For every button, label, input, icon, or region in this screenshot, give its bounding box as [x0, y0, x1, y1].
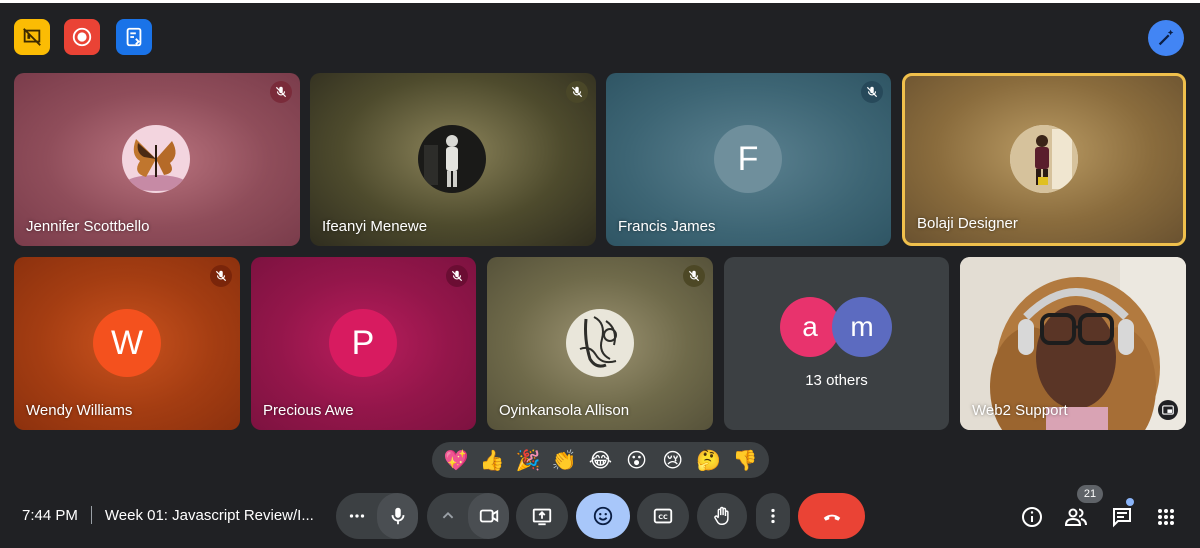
present-screen-button[interactable] — [516, 493, 568, 539]
avatar-letter: m — [850, 311, 874, 342]
avatar — [122, 125, 190, 193]
participant-tile[interactable]: W Wendy Williams — [14, 257, 240, 430]
info-icon — [1022, 507, 1042, 527]
current-time: 7:44 PM — [22, 506, 78, 524]
participant-tile[interactable]: Jennifer Scottbello — [14, 73, 300, 246]
raise-hand-button[interactable] — [697, 493, 747, 539]
participant-tile[interactable]: F Francis James — [606, 73, 891, 246]
participant-tile[interactable]: Oyinkansola Allison — [487, 257, 713, 430]
video-settings-button[interactable] — [427, 493, 468, 539]
avatar — [1010, 125, 1078, 193]
avatar: F — [714, 125, 782, 193]
camera-button[interactable] — [468, 493, 509, 539]
meeting-title[interactable]: Week 01: Javascript Review/I... — [105, 507, 314, 524]
avatar — [566, 309, 634, 377]
reaction-sad[interactable]: 😢 — [658, 448, 688, 472]
activities-button[interactable] — [1150, 501, 1182, 533]
reaction-thumbs-down[interactable]: 👎 — [730, 448, 760, 472]
meeting-details-button[interactable] — [1016, 501, 1048, 533]
participant-name: Web2 Support — [972, 402, 1068, 419]
reaction-clapping[interactable]: 👏 — [549, 448, 579, 472]
divider — [90, 506, 92, 524]
reaction-thinking[interactable]: 🤔 — [694, 448, 724, 472]
avatar-letter: F — [737, 139, 759, 178]
participant-name: Francis James — [618, 218, 716, 235]
meet-window: Jennifer Scottbello Ifeanyi Menewe F Fra… — [0, 0, 1200, 548]
reactions-bar: 💖 👍 🎉 👏 😂 😮 😢 🤔 👎 — [432, 442, 769, 478]
avatar-letter: W — [110, 323, 144, 362]
visual-effects-button[interactable] — [1148, 20, 1184, 56]
notes-icon — [126, 27, 142, 47]
participant-name: Ifeanyi Menewe — [322, 218, 428, 235]
reaction-surprised[interactable]: 😮 — [622, 448, 652, 472]
more-options-button[interactable] — [756, 493, 790, 539]
avatar: P — [329, 309, 397, 377]
participant-tile-active-speaker[interactable]: Bolaji Designer — [902, 73, 1186, 246]
participant-name: Precious Awe — [263, 402, 354, 419]
chat-notification-dot — [1126, 498, 1134, 506]
picture-in-picture-icon[interactable] — [1158, 400, 1178, 420]
present-screen-icon — [532, 508, 552, 526]
reaction-sparkling-heart[interactable]: 💖 — [441, 448, 471, 472]
activity-button[interactable] — [14, 19, 50, 55]
participant-tile[interactable]: P Precious Awe — [251, 257, 476, 430]
apps-grid-icon — [1158, 509, 1174, 525]
others-count-label: 13 others — [805, 372, 868, 389]
svg-text:CC: CC — [658, 513, 668, 521]
record-icon — [72, 27, 92, 47]
avatar: W — [93, 309, 161, 377]
mic-off-icon — [446, 265, 468, 287]
more-vertical-icon — [771, 508, 775, 524]
self-video-tile[interactable]: Web2 Support — [960, 257, 1186, 430]
mic-off-icon — [210, 265, 232, 287]
recording-button[interactable] — [64, 19, 100, 55]
mic-off-icon — [270, 81, 292, 103]
notes-button[interactable] — [116, 19, 152, 55]
avatar-letter: P — [351, 323, 375, 362]
mic-off-icon — [861, 81, 883, 103]
people-button[interactable] — [1060, 501, 1092, 533]
mic-off-icon — [683, 265, 705, 287]
avatar: a — [780, 297, 840, 357]
more-horizontal-icon — [349, 514, 364, 518]
mic-off-icon — [566, 81, 588, 103]
participant-name: Oyinkansola Allison — [499, 402, 630, 419]
camera-icon — [479, 509, 498, 523]
people-icon — [1064, 508, 1087, 526]
visual-effects-icon — [1158, 29, 1174, 46]
meeting-details: 7:44 PM Week 01: Javascript Review/I... — [22, 506, 314, 524]
reaction-thumbs-up[interactable]: 👍 — [477, 448, 507, 472]
microphone-button[interactable] — [377, 493, 418, 539]
microphone-icon — [391, 507, 404, 525]
reaction-tears-of-joy[interactable]: 😂 — [585, 448, 615, 472]
raise-hand-icon — [714, 506, 729, 525]
video-controls — [427, 493, 509, 539]
reaction-party-popper[interactable]: 🎉 — [513, 448, 543, 472]
chevron-up-icon — [442, 511, 453, 519]
chat-button[interactable] — [1106, 501, 1138, 533]
participant-name: Jennifer Scottbello — [26, 218, 150, 235]
emoji-icon — [593, 506, 613, 526]
leave-call-button[interactable] — [798, 493, 865, 539]
avatar-letter: a — [802, 311, 818, 342]
audio-controls — [336, 493, 418, 539]
audio-settings-button[interactable] — [336, 493, 377, 539]
avatar — [418, 125, 486, 193]
participant-tile[interactable]: Ifeanyi Menewe — [310, 73, 596, 246]
send-reaction-button[interactable] — [576, 493, 630, 539]
participant-name: Wendy Williams — [26, 402, 133, 419]
activity-icon — [23, 28, 41, 46]
captions-icon: CC — [653, 508, 673, 524]
hang-up-icon — [823, 514, 840, 521]
others-avatars: a m — [780, 297, 900, 357]
chat-icon — [1113, 508, 1131, 528]
others-tile[interactable]: a m 13 others — [724, 257, 949, 430]
avatar: m — [832, 297, 892, 357]
participant-name: Bolaji Designer — [917, 215, 1018, 232]
captions-button[interactable]: CC — [637, 493, 689, 539]
